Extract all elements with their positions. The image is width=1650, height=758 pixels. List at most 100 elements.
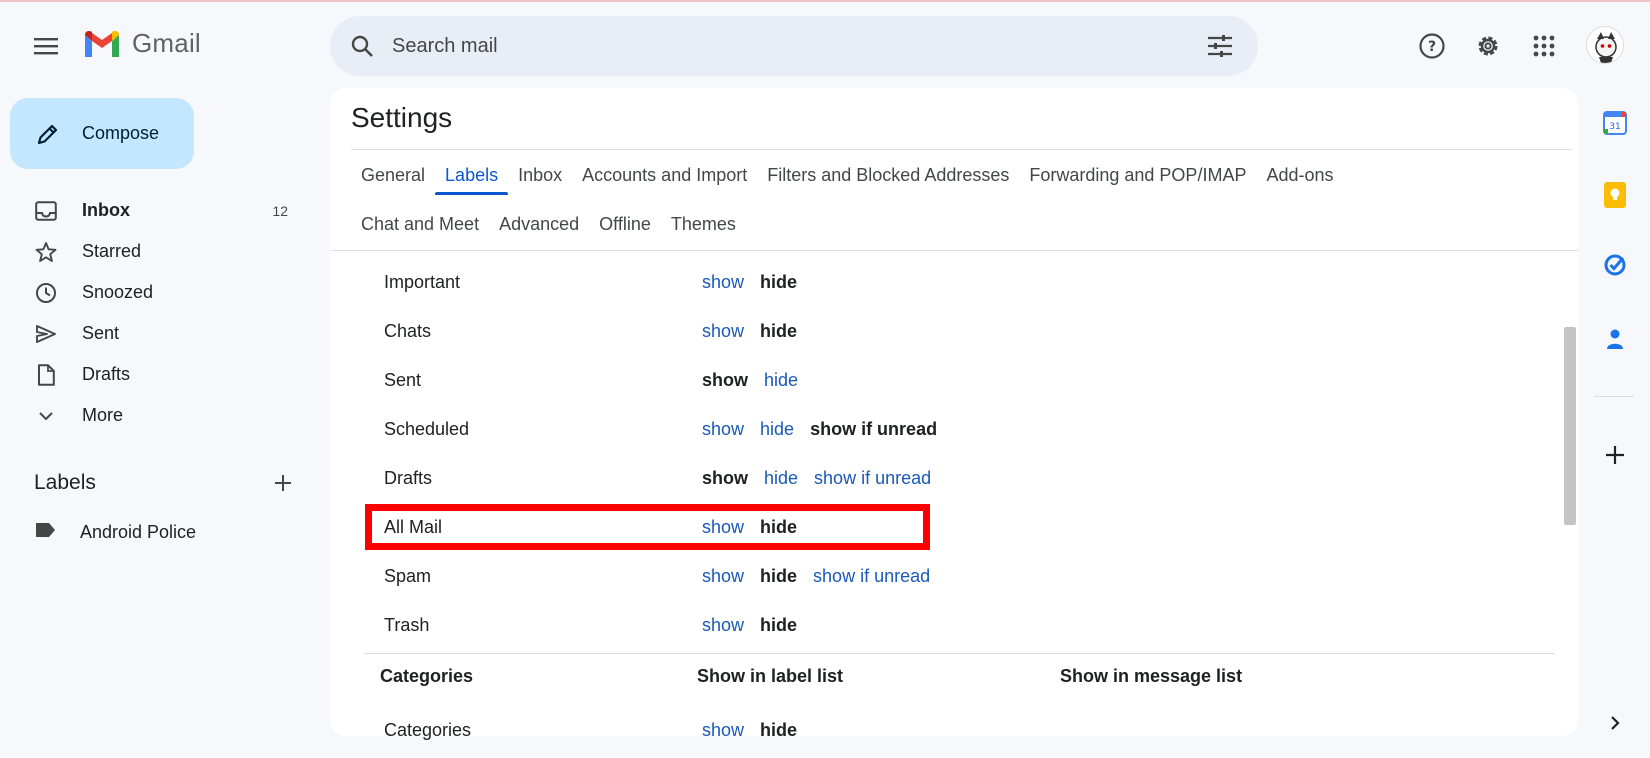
app-name: Gmail xyxy=(132,28,201,58)
show-in-label-list-header: Show in label list xyxy=(697,666,844,686)
label-icon xyxy=(34,522,56,543)
calendar-icon[interactable]: 31 xyxy=(1598,106,1632,140)
hide-link[interactable]: hide xyxy=(760,419,794,440)
sidebar-item-label: Snoozed xyxy=(82,282,154,302)
star-icon xyxy=(34,240,58,264)
search-options-icon[interactable] xyxy=(1198,24,1242,68)
divider xyxy=(1594,396,1634,397)
label-row-chats: Chats show hide xyxy=(330,307,1578,356)
sidebar-item-inbox[interactable]: Inbox 12 xyxy=(0,190,310,231)
sidebar-item-starred[interactable]: Starred xyxy=(0,231,310,272)
chevron-down-icon xyxy=(34,404,58,428)
main-menu-button[interactable] xyxy=(26,26,66,66)
add-addon-icon[interactable] xyxy=(1598,438,1632,472)
hide-link[interactable]: hide xyxy=(764,370,798,391)
settings-gear-icon[interactable] xyxy=(1468,26,1508,66)
hide-option: hide xyxy=(760,566,798,586)
label-row-name: Drafts xyxy=(384,468,433,488)
hide-option: hide xyxy=(760,615,798,635)
clock-icon xyxy=(34,281,58,305)
label-row-name: Chats xyxy=(384,321,432,341)
label-row-trash: Trash show hide xyxy=(330,601,1578,650)
tab-advanced[interactable]: Advanced xyxy=(489,199,589,250)
gmail-logo[interactable]: Gmail xyxy=(82,28,201,59)
show-link[interactable]: show xyxy=(702,321,744,342)
tab-labels[interactable]: Labels xyxy=(435,150,509,201)
label-row-name: Sent xyxy=(384,370,422,390)
divider xyxy=(364,653,1554,654)
search-icon[interactable] xyxy=(348,32,376,60)
pencil-icon xyxy=(34,120,62,148)
sidebar-item-label: Sent xyxy=(82,323,120,343)
show-if-unread-link[interactable]: show if unread xyxy=(813,566,930,587)
categories-column-header: Categories xyxy=(380,666,474,686)
label-row-name: Spam xyxy=(384,566,432,586)
all-mail-highlight-box xyxy=(365,504,930,550)
hide-link[interactable]: hide xyxy=(764,468,798,489)
settings-tabs: General Labels Inbox Accounts and Import… xyxy=(351,150,1551,250)
sidebar-item-label: More xyxy=(82,405,124,425)
labels-heading: Labels xyxy=(34,471,96,494)
show-link[interactable]: show xyxy=(702,419,744,440)
tab-accounts-and-import[interactable]: Accounts and Import xyxy=(572,150,757,201)
help-icon[interactable]: ? xyxy=(1412,26,1452,66)
compose-button[interactable]: Compose xyxy=(10,98,194,169)
hamburger-menu-icon xyxy=(34,38,58,55)
sidebar-item-drafts[interactable]: Drafts xyxy=(0,354,310,395)
tab-filters[interactable]: Filters and Blocked Addresses xyxy=(757,150,1019,201)
top-bar: Gmail Search mail ? xyxy=(0,2,1650,88)
svg-text:31: 31 xyxy=(1609,122,1620,132)
label-row-name: Trash xyxy=(384,615,430,635)
label-row-name: Important xyxy=(384,272,461,292)
sidebar-label-android-police[interactable]: Android Police xyxy=(34,522,196,543)
gmail-m-icon xyxy=(85,30,119,57)
tab-inbox[interactable]: Inbox xyxy=(508,150,572,201)
tab-forwarding[interactable]: Forwarding and POP/IMAP xyxy=(1019,150,1256,201)
sidebar-nav: Inbox 12 Starred Snoozed Sent Drafts Mor… xyxy=(0,190,310,436)
show-link[interactable]: show xyxy=(702,615,744,636)
tab-general[interactable]: General xyxy=(351,150,435,201)
show-link[interactable]: show xyxy=(702,720,744,741)
label-row-drafts: Drafts show hide show if unread xyxy=(330,454,1578,503)
label-row-sent: Sent show hide xyxy=(330,356,1578,405)
label-row-scheduled: Scheduled show hide show if unread xyxy=(330,405,1578,454)
show-if-unread-link[interactable]: show if unread xyxy=(814,468,931,489)
tab-add-ons[interactable]: Add-ons xyxy=(1256,150,1343,201)
sidebar-item-snoozed[interactable]: Snoozed xyxy=(0,272,310,313)
page-title: Settings xyxy=(351,102,453,133)
divider xyxy=(330,250,1578,251)
label-row-categories: Categories show hide xyxy=(330,706,1578,755)
send-icon xyxy=(34,322,58,346)
contacts-icon[interactable] xyxy=(1598,322,1632,356)
tab-themes[interactable]: Themes xyxy=(661,199,746,250)
show-option: show xyxy=(702,468,749,488)
search-input[interactable]: Search mail xyxy=(392,35,1198,58)
show-link[interactable]: show xyxy=(702,272,744,293)
show-option: show xyxy=(702,370,749,390)
hide-option: hide xyxy=(760,720,798,740)
google-apps-icon[interactable] xyxy=(1524,26,1564,66)
tab-offline[interactable]: Offline xyxy=(589,199,661,250)
show-if-unread-option: show if unread xyxy=(810,419,938,439)
inbox-icon xyxy=(34,199,58,223)
tasks-icon[interactable] xyxy=(1598,248,1632,282)
show-link[interactable]: show xyxy=(702,566,744,587)
keep-icon[interactable] xyxy=(1598,178,1632,212)
sidebar-item-more[interactable]: More xyxy=(0,395,310,436)
label-row-spam: Spam show hide show if unread xyxy=(330,552,1578,601)
create-label-icon[interactable] xyxy=(268,468,298,498)
tab-chat-and-meet[interactable]: Chat and Meet xyxy=(351,199,489,250)
account-avatar[interactable] xyxy=(1586,26,1624,64)
search-bar[interactable]: Search mail xyxy=(330,16,1258,76)
chevron-right-icon[interactable] xyxy=(1598,706,1632,740)
sidebar-item-label: Starred xyxy=(82,241,142,261)
sidebar-item-sent[interactable]: Sent xyxy=(0,313,310,354)
svg-text:?: ? xyxy=(1428,39,1436,55)
hide-option: hide xyxy=(760,321,798,341)
sidebar-item-label: Inbox xyxy=(82,200,130,220)
unread-count: 12 xyxy=(272,202,288,219)
label-name: Android Police xyxy=(80,522,197,542)
compose-label: Compose xyxy=(82,123,160,143)
sidebar-item-label: Drafts xyxy=(82,364,131,384)
scrollbar-thumb[interactable] xyxy=(1564,327,1576,525)
